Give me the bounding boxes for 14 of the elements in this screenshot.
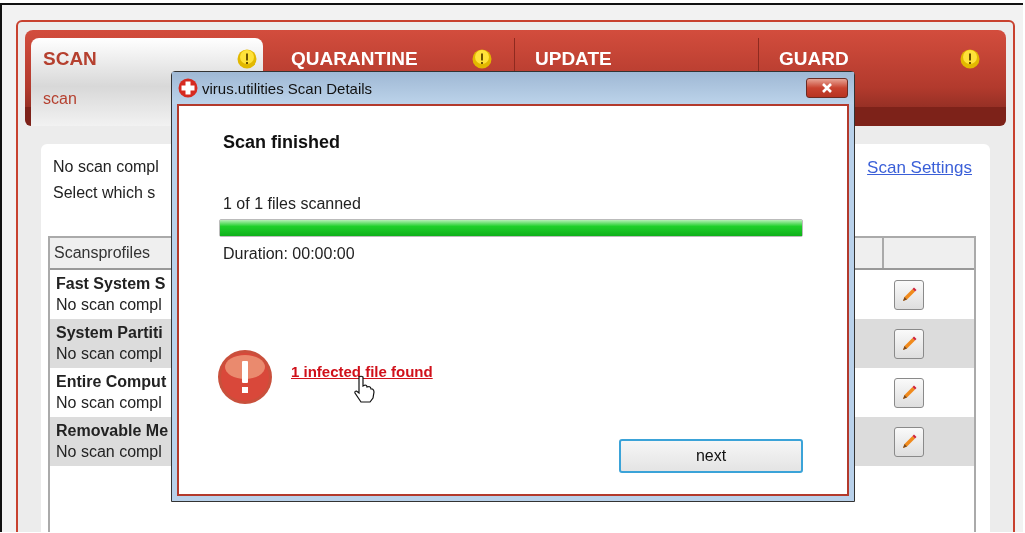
profile-status: No scan compl bbox=[56, 296, 162, 314]
profile-name: System Partiti bbox=[56, 324, 163, 342]
profile-name: Entire Comput bbox=[56, 373, 167, 391]
instruction-text: Select which s bbox=[53, 184, 157, 202]
progress-text: 1 of 1 files scanned bbox=[223, 195, 362, 213]
duration-text: Duration: 00:00:00 bbox=[223, 245, 356, 263]
profile-name: Removable Me bbox=[56, 422, 169, 440]
profile-status: No scan compl bbox=[56, 443, 162, 461]
profile-status: No scan compl bbox=[56, 345, 162, 363]
tab-subtitle: scan bbox=[43, 90, 78, 108]
profile-status: No scan compl bbox=[56, 394, 162, 412]
scan-status-text: No scan compl bbox=[53, 158, 159, 176]
profile-name: Fast System S bbox=[56, 275, 166, 293]
dialog-heading: Scan finished bbox=[223, 132, 342, 153]
